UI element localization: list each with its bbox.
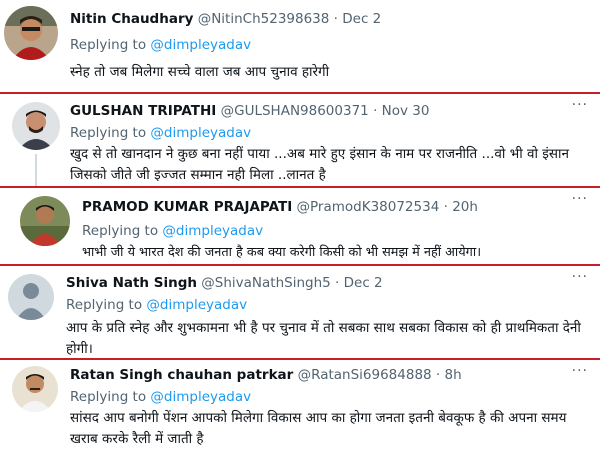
mention-link[interactable]: @dimpleyadav bbox=[150, 37, 251, 53]
avatar[interactable] bbox=[12, 102, 60, 150]
timestamp[interactable]: 8h bbox=[445, 367, 462, 383]
more-options-icon[interactable]: ··· bbox=[572, 270, 588, 284]
user-handle[interactable]: @ShivaNathSingh5 bbox=[201, 275, 330, 291]
separator-dot: · bbox=[435, 367, 441, 383]
reply-thread: Nitin Chaudhary @NitinCh52398638 · Dec 2… bbox=[0, 0, 600, 450]
tweet-header: Ratan Singh chauhan patrkar @RatanSi6968… bbox=[70, 366, 462, 384]
avatar[interactable] bbox=[12, 366, 58, 412]
reply-tweet[interactable]: Nitin Chaudhary @NitinCh52398638 · Dec 2… bbox=[0, 0, 600, 90]
tweet-text: खुद से तो खानदान ने कुछ बना नहीं पाया ..… bbox=[70, 146, 570, 183]
replying-to: Replying to @dimpleyadav bbox=[82, 222, 263, 240]
avatar[interactable] bbox=[8, 274, 54, 320]
separator-dot: · bbox=[335, 275, 340, 291]
display-name[interactable]: PRAMOD KUMAR PRAJAPATI bbox=[82, 199, 292, 215]
display-name[interactable]: GULSHAN TRIPATHI bbox=[70, 103, 216, 119]
tweet-header: Nitin Chaudhary @NitinCh52398638 · Dec 2 bbox=[70, 10, 381, 28]
display-name[interactable]: Ratan Singh chauhan patrkar bbox=[70, 367, 293, 383]
separator-dot: · bbox=[373, 103, 378, 119]
mention-link[interactable]: @dimpleyadav bbox=[150, 389, 251, 405]
more-options-icon[interactable]: ··· bbox=[572, 98, 588, 112]
reply-tweet[interactable]: ··· Ratan Singh chauhan patrkar @RatanSi… bbox=[0, 358, 600, 450]
avatar[interactable] bbox=[20, 196, 70, 246]
tweet-text: भाभी जी ये भारत देश की जनता है कब क्या क… bbox=[82, 245, 482, 260]
tweet-text: सांसद आप बनोगी पेंशन आपको मिलेगा विकास आ… bbox=[70, 410, 567, 447]
reply-tweet[interactable]: ··· GULSHAN TRIPATHI @GULSHAN98600371 · … bbox=[0, 92, 600, 188]
user-handle[interactable]: @PramodK38072534 bbox=[297, 199, 440, 215]
replying-to: Replying to @dimpleyadav bbox=[66, 296, 247, 314]
tweet-header: PRAMOD KUMAR PRAJAPATI @PramodK38072534 … bbox=[82, 198, 478, 216]
replying-label: Replying to bbox=[82, 223, 159, 239]
timestamp[interactable]: Dec 2 bbox=[342, 11, 381, 27]
separator-dot: · bbox=[443, 199, 448, 215]
timestamp[interactable]: Nov 30 bbox=[382, 103, 430, 119]
timestamp[interactable]: 20h bbox=[452, 199, 478, 215]
thread-line bbox=[35, 154, 37, 188]
user-handle[interactable]: @NitinCh52398638 bbox=[198, 11, 330, 27]
separator-dot: · bbox=[333, 11, 338, 27]
tweet-text: आप के प्रति स्नेह और शुभकामना भी है पर च… bbox=[66, 320, 581, 357]
more-options-icon[interactable]: ··· bbox=[572, 192, 588, 206]
replying-label: Replying to bbox=[66, 297, 143, 313]
more-options-icon[interactable]: ··· bbox=[572, 364, 588, 378]
mention-link[interactable]: @dimpleyadav bbox=[146, 297, 247, 313]
user-handle[interactable]: @GULSHAN98600371 bbox=[221, 103, 369, 119]
user-handle[interactable]: @RatanSi69684888 bbox=[298, 367, 432, 383]
reply-tweet[interactable]: ··· PRAMOD KUMAR PRAJAPATI @PramodK38072… bbox=[0, 186, 600, 266]
replying-label: Replying to bbox=[70, 389, 147, 405]
display-name[interactable]: Shiva Nath Singh bbox=[66, 275, 197, 291]
replying-label: Replying to bbox=[70, 37, 147, 53]
avatar[interactable] bbox=[4, 6, 58, 60]
mention-link[interactable]: @dimpleyadav bbox=[150, 125, 251, 141]
replying-to: Replying to @dimpleyadav bbox=[70, 388, 251, 406]
tweet-header: GULSHAN TRIPATHI @GULSHAN98600371 · Nov … bbox=[70, 102, 429, 120]
replying-to: Replying to @dimpleyadav bbox=[70, 36, 251, 54]
display-name[interactable]: Nitin Chaudhary bbox=[70, 11, 193, 27]
tweet-header: Shiva Nath Singh @ShivaNathSingh5 · Dec … bbox=[66, 274, 383, 292]
tweet-text: स्नेह तो जब मिलेगा सच्चे वाला जब आप चुना… bbox=[70, 64, 330, 80]
mention-link[interactable]: @dimpleyadav bbox=[162, 223, 263, 239]
timestamp[interactable]: Dec 2 bbox=[344, 275, 383, 291]
reply-tweet[interactable]: ··· Shiva Nath Singh @ShivaNathSingh5 · … bbox=[0, 264, 600, 360]
replying-label: Replying to bbox=[70, 125, 147, 141]
replying-to: Replying to @dimpleyadav bbox=[70, 124, 251, 142]
